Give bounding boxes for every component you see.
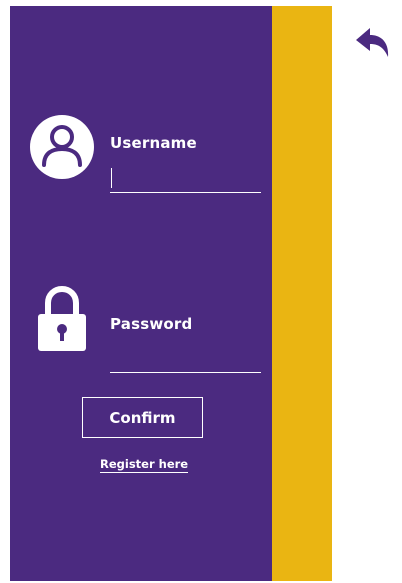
user-avatar-icon <box>30 115 94 179</box>
confirm-button[interactable]: Confirm <box>82 397 203 438</box>
username-field[interactable] <box>110 165 261 193</box>
back-arrow-icon <box>356 28 389 57</box>
password-field[interactable] <box>110 345 261 373</box>
password-label: Password <box>110 315 193 333</box>
lock <box>37 286 87 352</box>
accent-stripe <box>272 6 332 581</box>
text-cursor <box>111 168 112 188</box>
register-link[interactable]: Register here <box>100 457 189 473</box>
lock-icon <box>38 286 86 351</box>
back-button[interactable] <box>352 24 392 60</box>
username-label: Username <box>110 134 197 152</box>
user-avatar <box>30 115 94 179</box>
